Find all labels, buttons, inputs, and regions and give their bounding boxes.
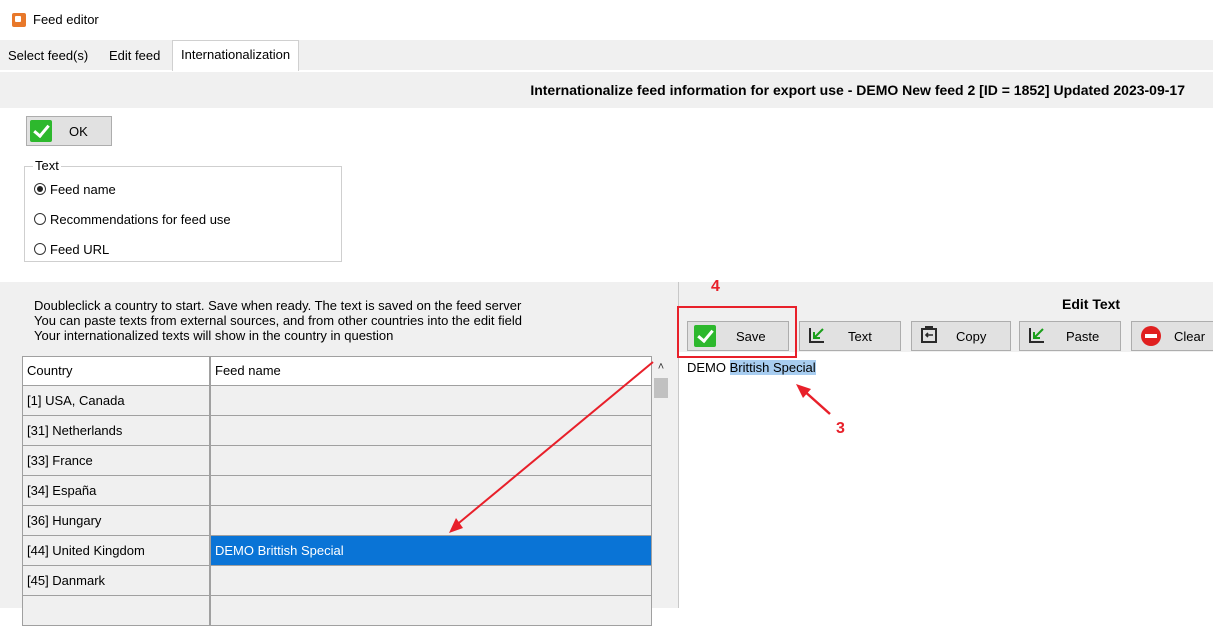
tab-strip: Select feed(s) Edit feed Internationaliz… (0, 40, 1213, 71)
annotation-step-3: 3 (836, 420, 845, 437)
table-row[interactable]: [1] USA, Canada (22, 386, 652, 416)
column-header-country[interactable]: Country (22, 356, 210, 386)
info-line: Doubleclick a country to start. Save whe… (34, 298, 522, 313)
scroll-up-icon[interactable]: ˄ (652, 358, 670, 376)
cell-country[interactable]: [33] France (22, 446, 210, 476)
column-header-feed-name[interactable]: Feed name (210, 356, 652, 386)
tab-edit-feed[interactable]: Edit feed (105, 43, 165, 69)
table-row[interactable]: [45] Danmark (22, 566, 652, 596)
cell-country[interactable] (22, 596, 210, 626)
table-row[interactable]: [33] France (22, 446, 652, 476)
cell-feed-name[interactable] (210, 416, 652, 446)
radio-label: Feed URL (50, 242, 110, 257)
cell-country[interactable]: [36] Hungary (22, 506, 210, 536)
text-label: Text (848, 329, 872, 344)
ok-label: OK (69, 124, 88, 139)
text-button[interactable]: Text (799, 321, 901, 351)
cell-country[interactable]: [44] United Kingdom (22, 536, 210, 566)
radio-feed-url[interactable]: Feed URL (34, 242, 109, 257)
clear-button[interactable]: Clear (1131, 321, 1213, 351)
info-line: Your internationalized texts will show i… (34, 328, 394, 343)
cell-country[interactable]: [31] Netherlands (22, 416, 210, 446)
paste-arrow-icon (1029, 328, 1044, 343)
paste-label: Paste (1066, 329, 1100, 344)
radio-feed-name[interactable]: Feed name (34, 182, 116, 197)
radio-icon (34, 243, 46, 255)
radio-selected-icon (34, 183, 46, 195)
tab-select-feeds[interactable]: Select feed(s) (4, 43, 93, 69)
cell-feed-name-selected[interactable]: DEMO Brittish Special (210, 536, 652, 566)
cell-feed-name[interactable] (210, 506, 652, 536)
cell-country[interactable]: [45] Danmark (22, 566, 210, 596)
edit-text-selection: Brittish Special (729, 360, 816, 375)
copy-button[interactable]: Copy (911, 321, 1011, 351)
cell-feed-name[interactable] (210, 596, 652, 626)
check-icon (30, 120, 52, 142)
clear-icon (1141, 326, 1161, 346)
paste-button[interactable]: Paste (1019, 321, 1121, 351)
edit-text-prefix: DEMO (687, 360, 730, 375)
page-title: Internationalize feed information for ex… (530, 82, 1185, 98)
country-grid: Country Feed name [1] USA, Canada [31] N… (22, 356, 652, 626)
window-title: Feed editor (33, 12, 99, 27)
annotation-highlight-box (677, 306, 797, 358)
annotation-step-4: 4 (711, 278, 720, 295)
cell-feed-name[interactable] (210, 446, 652, 476)
radio-label: Feed name (50, 182, 116, 197)
import-arrow-icon (809, 328, 824, 343)
title-bar (0, 0, 1213, 40)
edit-text-title: Edit Text (1062, 296, 1121, 312)
ok-button[interactable]: OK (26, 116, 112, 146)
copy-icon (921, 326, 937, 343)
table-row[interactable] (22, 596, 652, 626)
cell-country[interactable]: [34] España (22, 476, 210, 506)
copy-label: Copy (956, 329, 987, 344)
app-icon (12, 13, 26, 27)
cell-feed-name[interactable] (210, 566, 652, 596)
table-row[interactable]: [36] Hungary (22, 506, 652, 536)
cell-country[interactable]: [1] USA, Canada (22, 386, 210, 416)
info-line: You can paste texts from external source… (34, 313, 523, 328)
tab-internationalization[interactable]: Internationalization (172, 40, 300, 71)
cell-feed-name[interactable] (210, 476, 652, 506)
radio-label: Recommendations for feed use (50, 212, 231, 227)
edit-text-field[interactable]: DEMO Brittish Special (687, 360, 816, 375)
table-row[interactable]: [31] Netherlands (22, 416, 652, 446)
scrollbar-thumb[interactable] (654, 378, 668, 398)
radio-recommendations[interactable]: Recommendations for feed use (34, 212, 231, 227)
table-row[interactable]: [34] España (22, 476, 652, 506)
clear-label: Clear (1174, 329, 1206, 344)
text-group-label: Text (33, 158, 61, 173)
table-row-selected[interactable]: [44] United Kingdom DEMO Brittish Specia… (22, 536, 652, 566)
cell-feed-name[interactable] (210, 386, 652, 416)
radio-icon (34, 213, 46, 225)
